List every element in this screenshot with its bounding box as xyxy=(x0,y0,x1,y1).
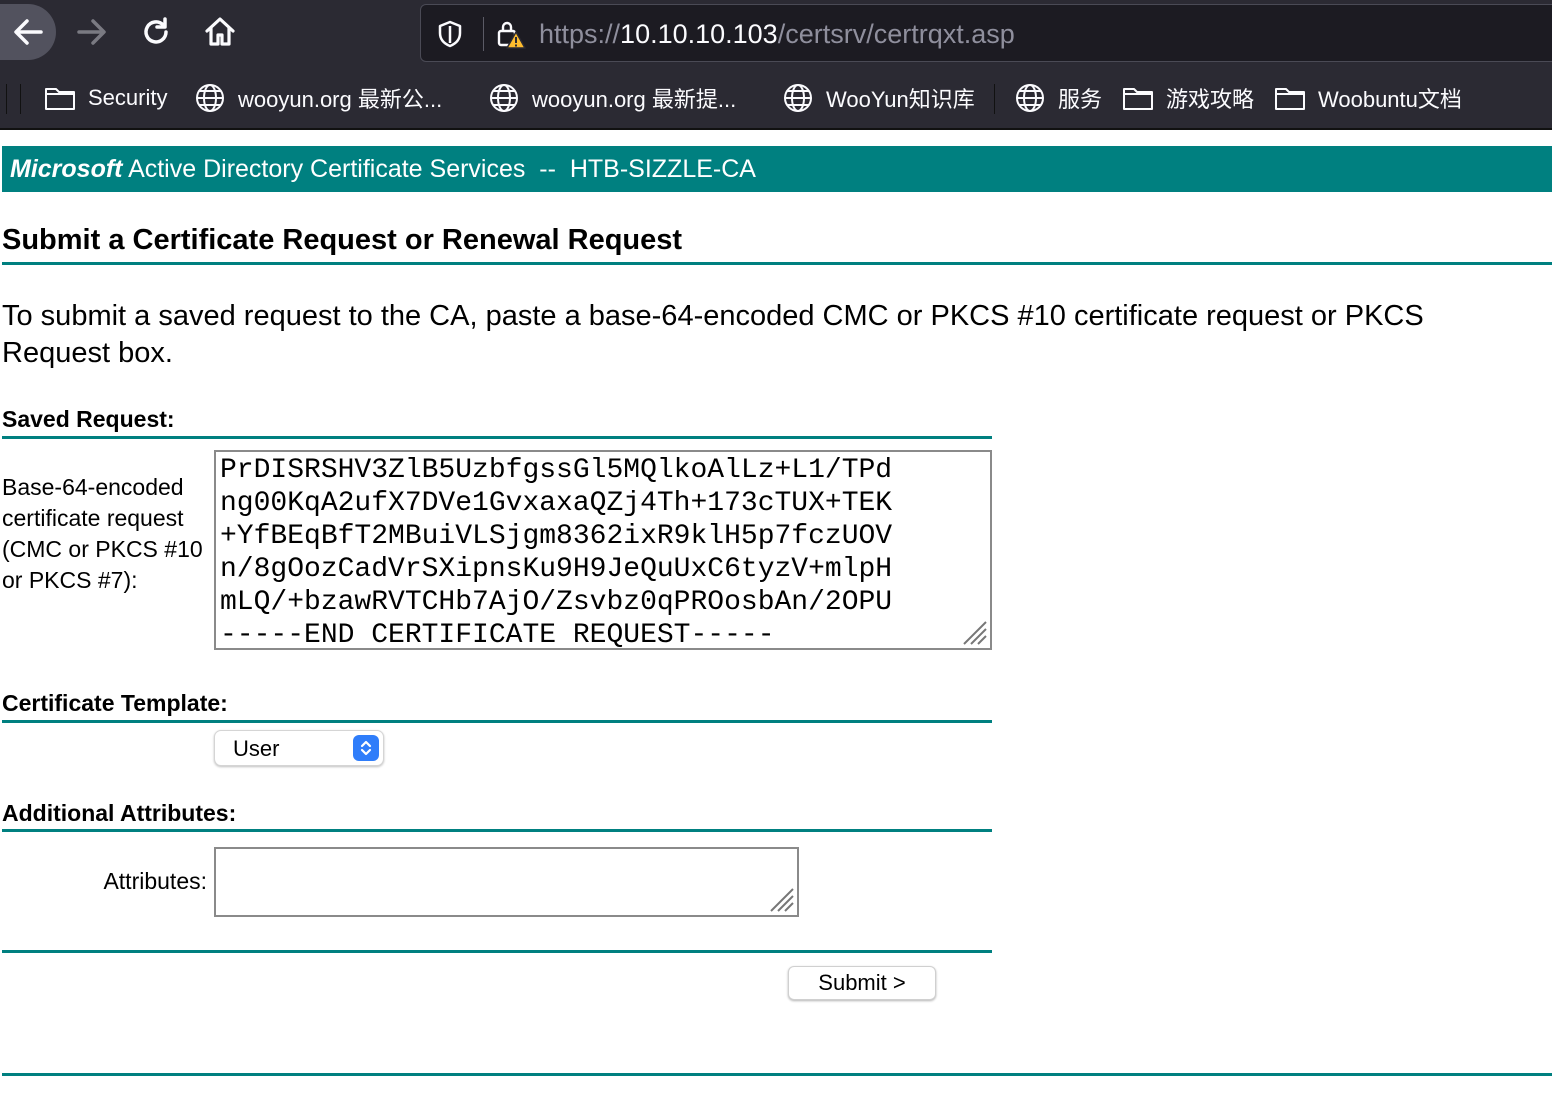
folder-icon xyxy=(1274,82,1306,114)
divider xyxy=(2,950,992,953)
intro-text: To submit a saved request to the CA, pas… xyxy=(2,298,1552,372)
globe-icon xyxy=(488,82,520,114)
bookmarks-edge xyxy=(20,84,21,114)
bookmark-label: wooyun.org 最新公... xyxy=(238,87,443,112)
page-banner: Microsoft Active Directory Certificate S… xyxy=(2,146,1552,192)
select-value: User xyxy=(233,736,280,761)
globe-icon xyxy=(782,82,814,114)
tracking-shield-icon[interactable] xyxy=(433,17,467,51)
request-field-label: Base-64-encoded certificate request (CMC… xyxy=(2,474,203,593)
certificate-template-select[interactable]: User xyxy=(214,730,384,766)
resize-grip-icon[interactable] xyxy=(767,885,795,913)
folder-icon xyxy=(44,82,76,114)
divider xyxy=(2,436,992,439)
arrow-right-icon xyxy=(77,19,106,45)
page-title: Submit a Certificate Request or Renewal … xyxy=(2,224,683,256)
bookmark-game-guides[interactable]: 游戏攻略 xyxy=(1122,80,1254,116)
saved-request-heading: Saved Request: xyxy=(2,406,175,432)
url-scheme: https:// xyxy=(539,19,621,49)
bookmark-label: 服务 xyxy=(1058,87,1103,112)
attributes-textarea[interactable] xyxy=(214,847,799,917)
reload-icon xyxy=(144,17,168,44)
additional-attributes-heading: Additional Attributes: xyxy=(2,800,237,826)
divider xyxy=(2,720,992,723)
saved-request-textarea[interactable]: PrDISRSHV3ZlB5UzbfgssGl5MQlkoAlLz+L1/TPd… xyxy=(214,450,992,650)
bookmark-wooyun-latest-public[interactable]: wooyun.org 最新公... xyxy=(194,80,442,116)
globe-icon xyxy=(194,82,226,114)
url-path: /certsrv/certrqxt.asp xyxy=(777,19,1015,49)
browser-toolbar: https://10.10.10.103/certsrv/certrqxt.as… xyxy=(0,0,1552,66)
certificate-template-heading: Certificate Template: xyxy=(2,690,228,716)
bookmark-label: 游戏攻略 xyxy=(1166,87,1255,112)
bookmark-services[interactable]: 服务 xyxy=(1014,80,1102,116)
request-line: n/8gOozCadVrSXipnsKu9H9JeQuUxC6tyzV+mlpH xyxy=(220,554,893,585)
arrow-left-icon xyxy=(14,19,43,45)
request-line: -----END CERTIFICATE REQUEST----- xyxy=(220,620,775,650)
home-icon xyxy=(205,17,235,46)
bookmarks-divider xyxy=(994,84,995,114)
resize-grip-icon[interactable] xyxy=(960,618,988,646)
bookmark-label: wooyun.org 最新提... xyxy=(532,87,737,112)
globe-icon xyxy=(1014,82,1046,114)
reload-button[interactable] xyxy=(128,4,184,60)
request-line: ng00KqA2ufX7DVe1GvxaxaQZj4Th+173cTUX+TEK xyxy=(220,488,893,519)
request-line: +YfBEqBfT2MBuiVLSjgm8362ixR9klH5p7fczUOV xyxy=(220,521,893,552)
bookmarks-bar: Security wooyun.org 最新公... wooyun.org 最新… xyxy=(0,66,1552,130)
bookmark-wooyun-latest-submitted[interactable]: wooyun.org 最新提... xyxy=(488,80,736,116)
home-button[interactable] xyxy=(192,4,248,60)
url-host: 10.10.10.103 xyxy=(620,19,778,49)
url-bar[interactable]: https://10.10.10.103/certsrv/certrqxt.as… xyxy=(420,4,1552,62)
divider xyxy=(2,829,992,832)
url-text[interactable]: https://10.10.10.103/certsrv/certrqxt.as… xyxy=(539,17,1015,51)
banner-text: Active Directory Certificate Services --… xyxy=(122,155,756,183)
divider xyxy=(2,1073,1552,1076)
divider xyxy=(2,262,1552,265)
insecure-lock-icon[interactable] xyxy=(493,17,529,51)
submit-button[interactable]: Submit > xyxy=(788,966,936,1000)
intro-line: To submit a saved request to the CA, pas… xyxy=(2,300,1424,332)
bookmarks-edge xyxy=(6,84,7,114)
bookmark-security[interactable]: Security xyxy=(44,80,167,116)
forward-button[interactable] xyxy=(64,4,120,60)
bookmark-label: WooYun知识库 xyxy=(826,87,975,112)
url-separator xyxy=(483,17,484,51)
back-button[interactable] xyxy=(0,4,56,60)
folder-icon xyxy=(1122,82,1154,114)
bookmark-wooyun-knowledge[interactable]: WooYun知识库 xyxy=(782,80,975,116)
intro-line: Request box. xyxy=(2,337,173,369)
request-line: mLQ/+bzawRVTCHb7AjO/Zsvbz0qPROosbAn/2OPU xyxy=(220,587,893,618)
chevron-up-down-icon xyxy=(353,735,379,761)
bookmark-label: Security xyxy=(88,85,168,110)
request-line: PrDISRSHV3ZlB5UzbfgssGl5MQlkoAlLz+L1/TPd xyxy=(220,455,893,486)
bookmark-label: Woobuntu文档 xyxy=(1318,87,1462,112)
bookmark-woobuntu-docs[interactable]: Woobuntu文档 xyxy=(1274,80,1462,116)
attributes-label: Attributes: xyxy=(103,868,207,894)
banner-brand: Microsoft xyxy=(10,155,123,183)
